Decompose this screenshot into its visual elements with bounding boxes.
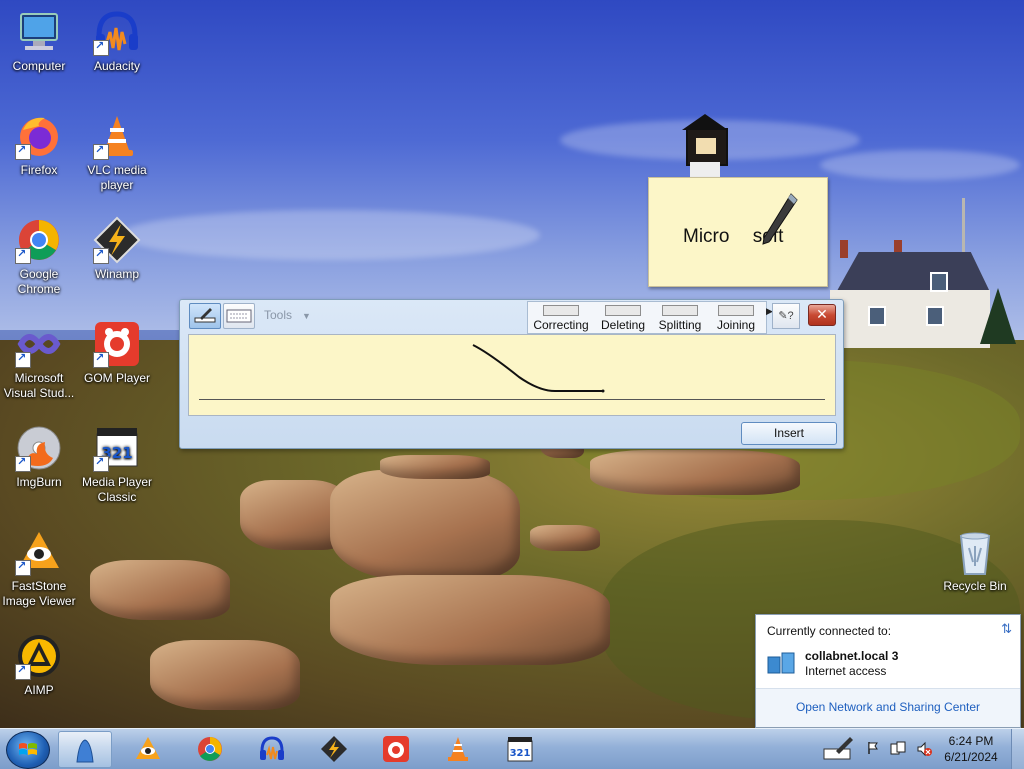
gesture-joining[interactable]: Joining	[710, 302, 762, 333]
network-name: collabnet.local 3	[805, 649, 899, 663]
desktop-icon-media-player-classic[interactable]: 321 Media Player Classic	[78, 424, 156, 505]
taskbar-item-audacity[interactable]	[246, 731, 298, 766]
writing-pad-icon	[194, 308, 216, 323]
gom-player-icon	[383, 736, 409, 762]
desktop-icon-chrome[interactable]: Google Chrome	[0, 216, 78, 297]
chevron-down-icon: ▼	[302, 311, 311, 321]
winamp-icon	[93, 216, 141, 264]
tablet-pen-icon[interactable]	[822, 735, 856, 763]
keyboard-icon	[226, 309, 252, 323]
vlc-icon	[448, 737, 468, 761]
faststone-icon	[136, 737, 160, 759]
network-icon	[767, 652, 795, 674]
keyboard-button[interactable]	[223, 303, 255, 329]
audacity-icon	[260, 736, 284, 760]
tools-menu[interactable]: Tools ▼	[264, 308, 311, 322]
clock-time: 6:24 PM	[948, 734, 994, 748]
winamp-icon	[321, 736, 347, 762]
computer-icon	[15, 8, 63, 56]
faststone-icon	[15, 528, 63, 576]
tablet-input-panel-icon	[76, 739, 94, 763]
correcting-icon	[543, 305, 579, 316]
system-tray: 6:24 PM 6/21/2024	[818, 729, 1024, 769]
network-popup-footer: Open Network and Sharing Center	[756, 688, 1020, 727]
vlc-icon	[93, 112, 141, 160]
gom-player-icon	[93, 320, 141, 368]
network-popup: Currently connected to: ⇅ collabnet.loca…	[755, 614, 1021, 728]
taskbar-item-media-player-classic[interactable]: 321	[494, 731, 546, 766]
show-desktop-button[interactable]	[1011, 729, 1024, 769]
help-icon: ✎?	[778, 310, 794, 322]
taskbar-item-faststone[interactable]	[122, 731, 174, 766]
desktop-icon-imgburn[interactable]: ImgBurn	[0, 424, 78, 490]
chrome-icon	[15, 216, 63, 264]
aimp-icon	[15, 632, 63, 680]
chrome-icon	[198, 737, 222, 761]
writing-pad[interactable]	[188, 334, 836, 416]
writing-pad-button[interactable]	[189, 303, 221, 329]
network-status: Internet access	[805, 664, 887, 678]
handwriting-preview: Micro soft	[648, 177, 828, 287]
media-player-classic-icon: 321	[507, 737, 533, 762]
pen-icon	[762, 193, 798, 245]
splitting-icon	[662, 305, 698, 316]
network-sharing-center-link[interactable]: Open Network and Sharing Center	[756, 700, 1020, 714]
start-button[interactable]	[6, 731, 50, 769]
house	[830, 240, 990, 348]
joining-icon	[718, 305, 754, 316]
taskbar-item-winamp[interactable]	[308, 731, 360, 766]
media-player-classic-icon: 321	[93, 424, 141, 472]
insert-button[interactable]: Insert	[741, 422, 837, 445]
taskbar: 321 6:24 PM 6/21/2024	[0, 728, 1024, 769]
volume-muted-icon[interactable]	[916, 741, 932, 757]
taskbar-item-gom-player[interactable]	[370, 731, 422, 766]
network-tray-icon[interactable]	[890, 741, 906, 757]
tools-label: Tools	[264, 308, 293, 322]
network-popup-header: Currently connected to:	[767, 624, 892, 638]
svg-text:321: 321	[510, 748, 531, 759]
windows-logo-icon	[19, 743, 37, 755]
clock-date: 6/21/2024	[944, 750, 998, 764]
gesture-splitting[interactable]: Splitting	[654, 302, 706, 333]
audacity-icon	[93, 8, 141, 56]
desktop-icon-recycle-bin[interactable]: Recycle Bin	[936, 528, 1014, 594]
action-center-flag-icon[interactable]	[866, 741, 880, 755]
ink-stroke	[472, 344, 605, 393]
desktop-icon-computer[interactable]: Computer	[0, 8, 78, 74]
desktop-icon-firefox[interactable]: Firefox	[0, 112, 78, 178]
desktop-icon-faststone[interactable]: FastStone Image Viewer	[0, 528, 78, 609]
gesture-deleting[interactable]: Deleting	[594, 302, 652, 333]
gesture-correcting[interactable]: Correcting	[531, 302, 591, 333]
writing-baseline	[199, 399, 825, 400]
taskbar-item-vlc[interactable]	[432, 731, 484, 766]
refresh-icon[interactable]: ⇅	[1001, 621, 1012, 637]
desktop-icon-gom-player[interactable]: GOM Player	[78, 320, 156, 386]
desktop-icon-audacity[interactable]: Audacity	[78, 8, 156, 74]
recycle-bin-icon	[951, 528, 999, 576]
firefox-icon	[15, 112, 63, 160]
visual-studio-icon	[15, 320, 63, 368]
desktop-icon-aimp[interactable]: AIMP	[0, 632, 78, 698]
tablet-input-panel[interactable]: Tools ▼ Correcting Deleting Splitting Joi…	[179, 299, 844, 449]
desktop-icon-vlc[interactable]: VLC media player	[78, 112, 156, 193]
desktop-icon-visual-studio[interactable]: Microsoft Visual Stud...	[0, 320, 78, 401]
deleting-icon	[605, 305, 641, 316]
clock[interactable]: 6:24 PM 6/21/2024	[940, 733, 1002, 765]
taskbar-item-tablet-input-panel[interactable]	[58, 731, 112, 768]
taskbar-item-chrome[interactable]	[184, 731, 236, 766]
close-button[interactable]: ✕	[808, 304, 836, 326]
imgburn-icon	[15, 424, 63, 472]
gesture-hints: Correcting Deleting Splitting Joining	[527, 301, 767, 334]
close-icon: ✕	[816, 306, 828, 322]
desktop-icon-winamp[interactable]: Winamp	[78, 216, 156, 282]
help-button[interactable]: ✎?	[772, 303, 800, 329]
